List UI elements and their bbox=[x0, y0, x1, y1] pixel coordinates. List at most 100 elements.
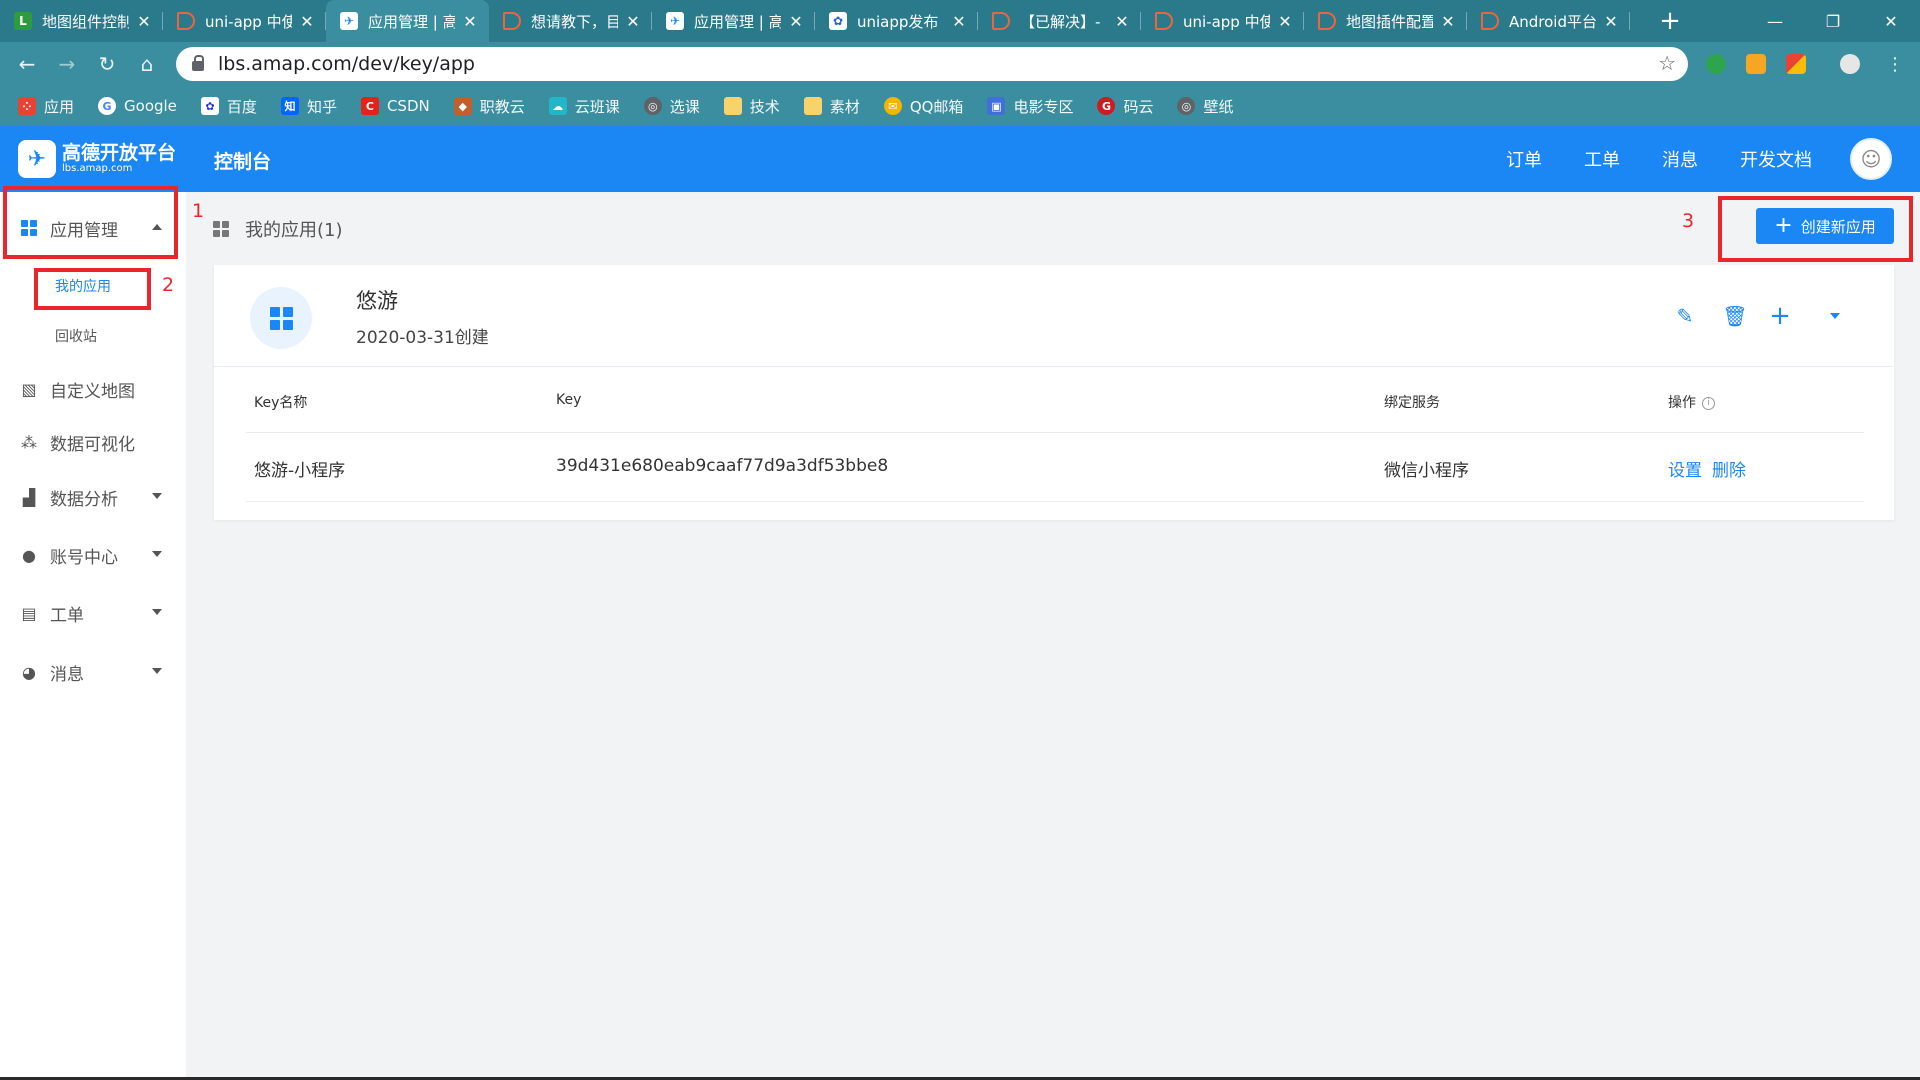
browser-tab[interactable]: 地图插件配置 ✕ bbox=[1304, 0, 1467, 42]
extension-icon[interactable] bbox=[1786, 54, 1806, 74]
browser-tab[interactable]: L 地图组件控制 ✕ bbox=[0, 0, 163, 42]
d-icon bbox=[1318, 12, 1336, 30]
d-icon bbox=[1155, 12, 1173, 30]
sidebar-item-account[interactable]: ● 账号中心 bbox=[0, 535, 186, 575]
bookmark-google[interactable]: G Google bbox=[98, 97, 177, 115]
yunbanke-icon: ☁ bbox=[548, 97, 567, 115]
back-icon[interactable]: ← bbox=[12, 49, 42, 79]
lock-icon bbox=[192, 55, 204, 71]
column-header-service: 绑定服务 bbox=[1384, 395, 1440, 411]
sidebar-item-messages[interactable]: ◕ 消息 bbox=[0, 652, 186, 692]
paw-icon: ✿ bbox=[829, 12, 847, 30]
sidebar-item-label: 自定义地图 bbox=[50, 381, 135, 402]
forward-icon[interactable]: → bbox=[52, 49, 82, 79]
bookmark-label: 应用 bbox=[44, 97, 75, 116]
browser-tab-active[interactable]: ✈ 应用管理 | 高 ✕ bbox=[326, 0, 489, 42]
minimize-button[interactable]: — bbox=[1746, 0, 1804, 42]
bookmark-csdn[interactable]: C CSDN bbox=[360, 97, 430, 115]
service-cell: 微信小程序 bbox=[1384, 461, 1469, 481]
browser-tab[interactable]: ✈ 应用管理 | 高 ✕ bbox=[652, 0, 815, 42]
bookmark-bizhi[interactable]: ◎ 壁纸 bbox=[1177, 96, 1233, 117]
bookmark-movie[interactable]: ▣ 电影专区 bbox=[987, 96, 1073, 117]
annotation-box-1 bbox=[3, 186, 178, 259]
home-icon[interactable]: ⌂ bbox=[132, 49, 162, 79]
info-icon[interactable]: i bbox=[1702, 396, 1715, 410]
bookmark-gitee[interactable]: G 码云 bbox=[1097, 96, 1153, 117]
app-name: 悠游 bbox=[356, 289, 398, 313]
evernote-extension-icon[interactable] bbox=[1706, 54, 1726, 74]
bookmark-zhihu[interactable]: 知知乎 bbox=[280, 96, 337, 117]
bookmark-star-icon[interactable]: ☆ bbox=[1658, 51, 1676, 75]
sidebar-item-custom-map[interactable]: ▧ 自定义地图 bbox=[0, 369, 186, 409]
sidebar: 应用管理 我的应用 回收站 ▧ 自定义地图 ⁂ 数据可视化 ▟ 数据分析 ● 账… bbox=[0, 192, 186, 1080]
tab-title: 地图插件配置 bbox=[1346, 12, 1433, 31]
sidebar-item-data-visualization[interactable]: ⁂ 数据可视化 bbox=[0, 422, 186, 462]
browser-tab[interactable]: uni-app 中使 ✕ bbox=[163, 0, 326, 42]
nav-tickets[interactable]: 工单 bbox=[1584, 146, 1620, 172]
folder-icon bbox=[723, 97, 742, 115]
browser-tab[interactable]: ✿ uniapp发布 ✕ bbox=[815, 0, 978, 42]
close-window-button[interactable]: ✕ bbox=[1862, 0, 1920, 42]
tab-close-icon[interactable]: ✕ bbox=[624, 12, 642, 31]
bookmark-baidu[interactable]: ✿ 百度 bbox=[200, 96, 257, 117]
tab-close-icon[interactable]: ✕ bbox=[298, 12, 316, 31]
restore-button[interactable]: ❐ bbox=[1804, 0, 1862, 42]
tab-close-icon[interactable]: ✕ bbox=[1602, 12, 1620, 31]
expand-caret-icon[interactable] bbox=[1822, 303, 1848, 329]
chevron-down-icon bbox=[152, 668, 162, 674]
console-title[interactable]: 控制台 bbox=[214, 147, 271, 174]
delete-link[interactable]: 删除 bbox=[1712, 456, 1746, 481]
tab-title: 地图组件控制 bbox=[42, 12, 129, 31]
browser-tab[interactable]: 想请教下，目 ✕ bbox=[489, 0, 652, 42]
reload-icon[interactable]: ↻ bbox=[92, 49, 122, 79]
bookmark-label: 电影专区 bbox=[1013, 97, 1074, 116]
user-avatar[interactable]: ☺ bbox=[1850, 138, 1892, 180]
new-tab-button[interactable]: + bbox=[1652, 0, 1688, 42]
url-text: lbs.amap.com/dev/key/app bbox=[218, 53, 475, 75]
address-bar[interactable]: lbs.amap.com/dev/key/app ☆ bbox=[176, 47, 1688, 81]
settings-link[interactable]: 设置 bbox=[1668, 456, 1702, 481]
bookmark-label: 选课 bbox=[669, 97, 700, 116]
chevron-down-icon bbox=[152, 609, 162, 615]
tab-close-icon[interactable]: ✕ bbox=[1113, 12, 1131, 31]
bookmark-folder-jishu[interactable]: 技术 bbox=[723, 96, 780, 117]
tab-title: uni-app 中使 bbox=[205, 12, 292, 31]
sidebar-item-recycle-bin[interactable]: 回收站 bbox=[55, 326, 97, 346]
movie-icon: ▣ bbox=[987, 97, 1006, 115]
amap-logo[interactable]: ✈ 高德开放平台 lbs.amap.com bbox=[18, 140, 176, 178]
nav-messages[interactable]: 消息 bbox=[1662, 146, 1698, 172]
sidebar-item-data-analysis[interactable]: ▟ 数据分析 bbox=[0, 477, 186, 517]
add-key-icon[interactable]: + bbox=[1767, 301, 1793, 331]
bar-chart-icon: ▟ bbox=[22, 487, 36, 507]
nav-orders[interactable]: 订单 bbox=[1506, 146, 1542, 172]
tab-title: Android平台 bbox=[1509, 12, 1596, 31]
edit-icon[interactable]: ✎ bbox=[1672, 303, 1698, 329]
browser-tab[interactable]: uni-app 中使 ✕ bbox=[1141, 0, 1304, 42]
browser-tab[interactable]: 【已解决】- ✕ bbox=[978, 0, 1141, 42]
sidebar-item-tickets[interactable]: ▤ 工单 bbox=[0, 593, 186, 633]
chevron-down-icon bbox=[152, 493, 162, 499]
nav-docs[interactable]: 开发文档 bbox=[1740, 146, 1812, 172]
trash-icon[interactable]: 🗑 bbox=[1722, 303, 1748, 329]
folder-icon bbox=[803, 97, 822, 115]
sidebar-item-label: 工单 bbox=[50, 605, 84, 626]
tab-close-icon[interactable]: ✕ bbox=[135, 12, 153, 31]
sidebar-item-label: 消息 bbox=[50, 664, 84, 685]
tab-close-icon[interactable]: ✕ bbox=[950, 12, 968, 31]
extension-icon[interactable] bbox=[1746, 54, 1766, 74]
tab-close-icon[interactable]: ✕ bbox=[1439, 12, 1457, 31]
bookmark-folder-sucai[interactable]: 素材 bbox=[803, 96, 860, 117]
browser-toolbar: ← → ↻ ⌂ lbs.amap.com/dev/key/app ☆ ⋮ bbox=[0, 42, 1920, 86]
bookmark-apps[interactable]: ⁘ 应用 bbox=[18, 96, 74, 117]
profile-avatar-icon[interactable] bbox=[1840, 54, 1860, 74]
bookmark-label: 云班课 bbox=[574, 97, 620, 116]
bookmark-yunbanke[interactable]: ☁ 云班课 bbox=[548, 96, 620, 117]
menu-kebab-icon[interactable]: ⋮ bbox=[1880, 49, 1910, 79]
bookmark-qqmail[interactable]: ✉ QQ邮箱 bbox=[883, 96, 963, 117]
tab-close-icon[interactable]: ✕ bbox=[1276, 12, 1294, 31]
tab-close-icon[interactable]: ✕ bbox=[461, 12, 479, 31]
tab-close-icon[interactable]: ✕ bbox=[787, 12, 805, 31]
bookmark-zhijiaoyun[interactable]: ◆ 职教云 bbox=[453, 96, 525, 117]
bookmark-xuanke[interactable]: ◎ 选课 bbox=[643, 96, 700, 117]
browser-tab[interactable]: Android平台 ✕ bbox=[1467, 0, 1630, 42]
